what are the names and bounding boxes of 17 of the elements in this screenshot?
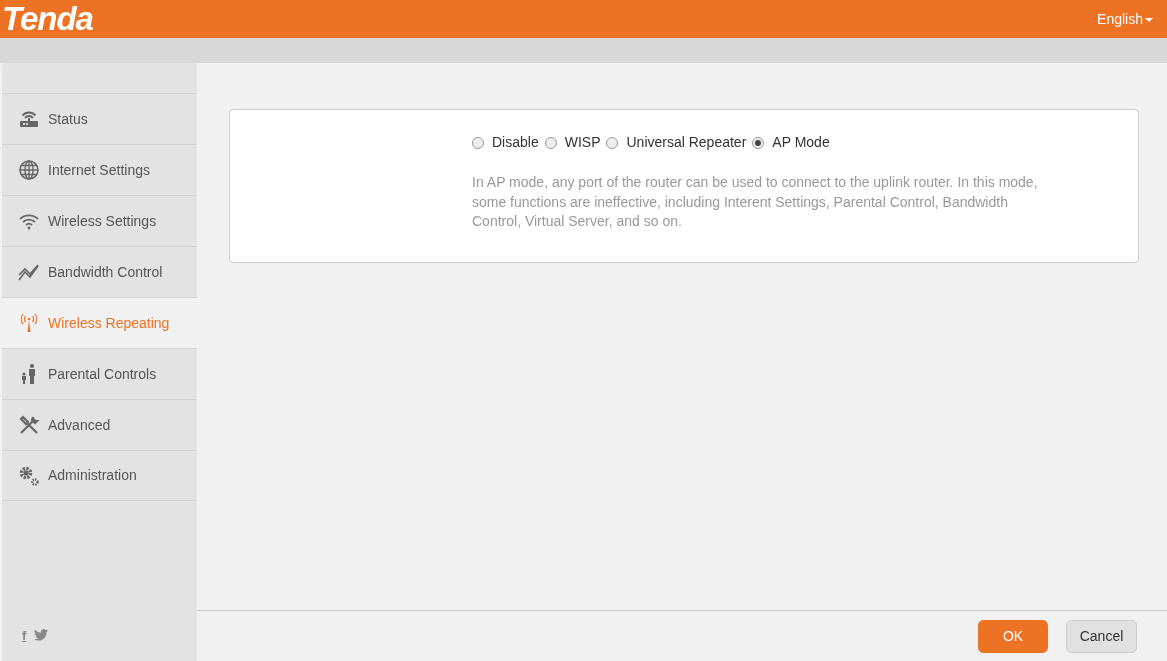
radio-button[interactable] [544, 136, 557, 149]
antenna-icon [18, 312, 40, 334]
globe-icon [18, 159, 40, 181]
radio-button[interactable] [606, 136, 619, 149]
gears-icon [18, 464, 40, 487]
sidebar-item[interactable]: Administration [2, 450, 197, 501]
mode-radio[interactable]: AP Mode [752, 132, 830, 153]
mode-radio[interactable]: Disable [472, 132, 539, 153]
cancel-button[interactable]: Cancel [1066, 619, 1137, 653]
radio-button[interactable] [472, 136, 484, 149]
logo: Tenda [2, 0, 93, 38]
tools-icon [18, 414, 40, 436]
radio-button[interactable] [752, 136, 765, 149]
mode-description: In AP mode, any port of the router can be used to connect to the uplink router. In this mode, some functions are ineffective, including Interent Settings, Parental Control, Bandwidth Control, Virtual Server, and so on. [472, 173, 1039, 231]
mode-radio[interactable]: Universal Repeater [606, 132, 747, 153]
mode-radio[interactable]: WISP [544, 132, 601, 153]
bird-icon[interactable] [34, 629, 49, 642]
